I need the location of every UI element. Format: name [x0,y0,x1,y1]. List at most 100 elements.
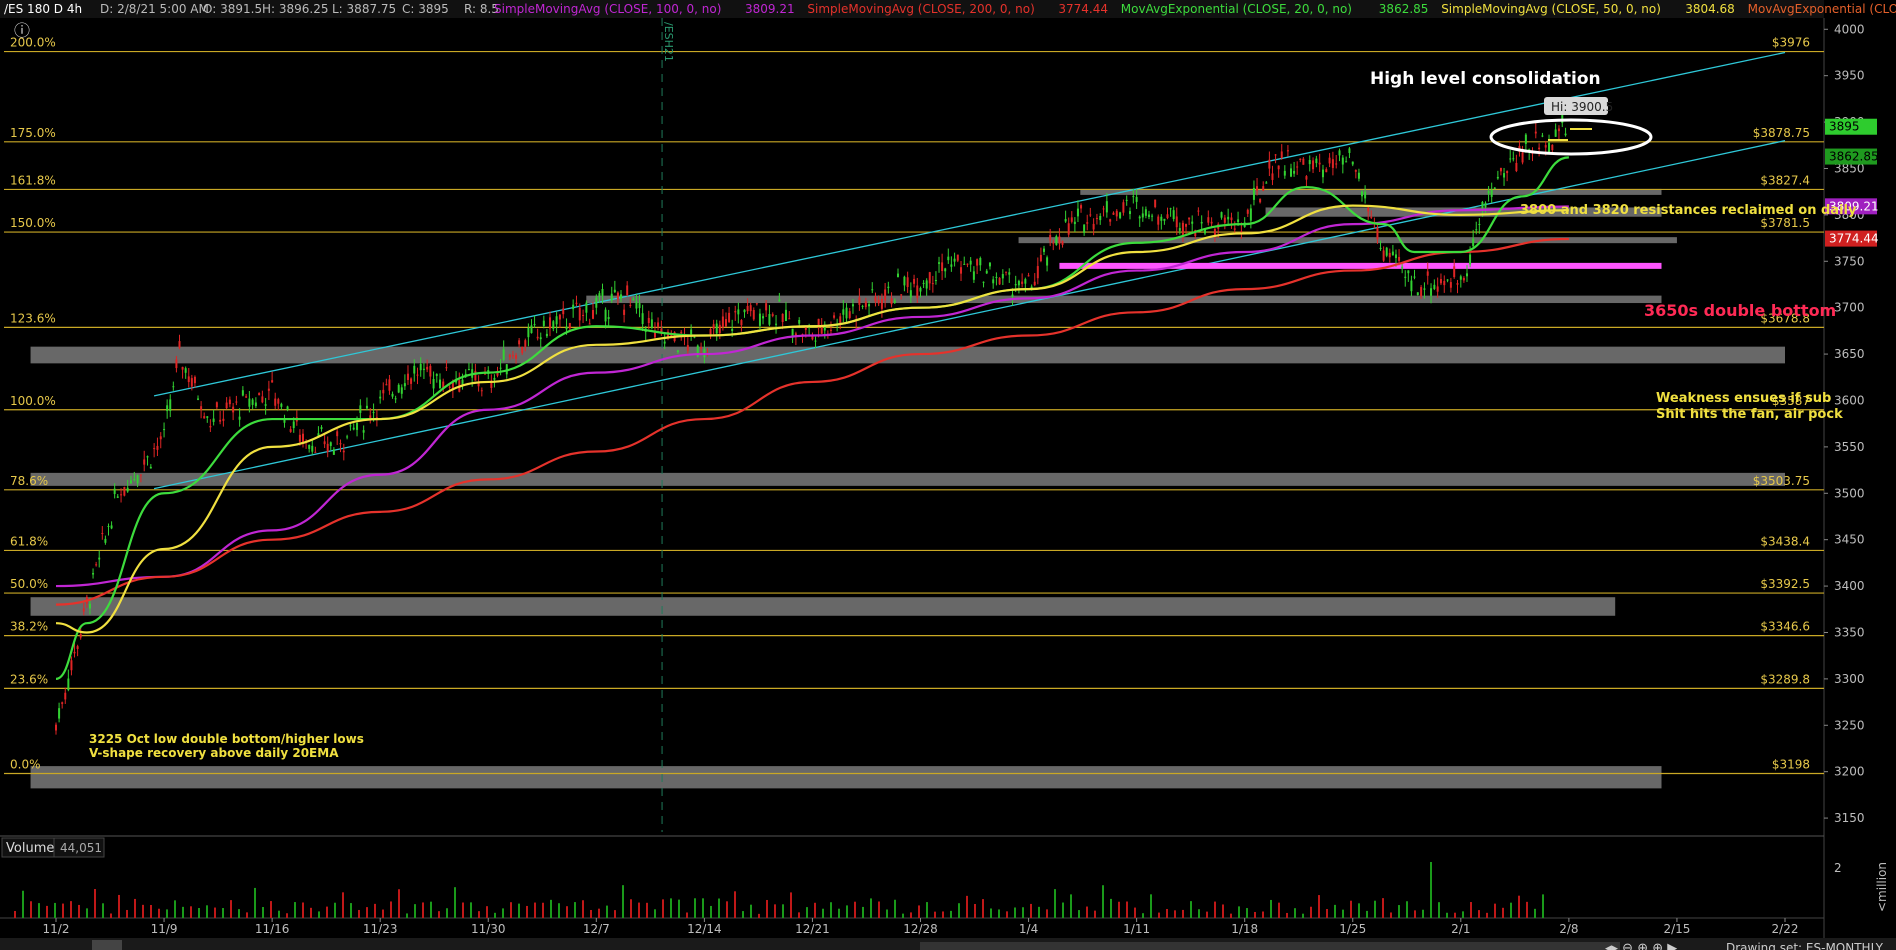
candle-body [724,319,727,327]
volume-bar [1454,912,1456,918]
candle-body [264,404,267,406]
candle-body [931,283,934,285]
candle-body [432,379,435,389]
chart[interactable]: /ES 180 D 4h D: 2/8/21 5:00 AM O: 3891.5… [0,0,1896,950]
candle-body [1141,213,1144,218]
fib-level-price: $3878.75 [1753,126,1810,140]
horizontal-scrollbar[interactable] [920,942,1620,950]
candle-body [1302,158,1305,165]
fib-level-percent: 38.2% [10,620,48,634]
candle-body [1490,189,1493,197]
study-legend-label[interactable]: SimpleMovingAvg (CLOSE, 200, 0, no) [807,2,1034,16]
candle-body [314,451,317,453]
volume-bar [646,902,648,918]
candle-body [690,329,693,335]
volume-bar [270,901,272,918]
candle-body [582,314,585,316]
candle-body [893,300,896,303]
drawing-set-label[interactable]: Drawing set: ES-MONTHLY [1726,941,1884,950]
candle-body [1055,236,1058,245]
volume-bar [694,898,696,918]
candle-body [110,525,113,529]
candle-body [1163,218,1166,221]
candle-body [877,299,880,304]
volume-bar [630,899,632,918]
candle-body [737,309,740,315]
candle-body [410,378,413,384]
volume-bar [790,892,792,918]
study-legend-label[interactable]: SimpleMovingAvg (CLOSE, 100, 0, no) [494,2,721,16]
symbol-label[interactable]: /ES 180 D 4h [4,2,82,16]
candle-body [1426,271,1429,276]
volume-axis-unit: <million [1875,862,1889,912]
volume-bar [550,899,552,918]
volume-bar [1502,907,1504,918]
scroll-left-button[interactable] [92,940,122,950]
candle-body [979,257,982,266]
volume-bar [1422,909,1424,918]
candle-body [1223,217,1226,223]
zoom-controls-icon[interactable]: ◂▸ ⊖ ⊕ ⊕ ▶ [1605,941,1677,950]
volume-bar [1046,909,1048,918]
candle-body [1064,219,1067,222]
candle-body [1548,142,1551,153]
candle-body [248,398,251,407]
volume-bar [926,902,928,918]
candle-body [169,399,172,412]
support-resistance-zone[interactable] [30,766,1662,789]
volume-bar [198,908,200,918]
candle-body [1067,223,1070,235]
fib-level-price: $3976 [1772,36,1810,50]
volume-bar [614,910,616,918]
volume-bar [1486,912,1488,918]
volume-bar [1062,902,1064,918]
study-legend-label[interactable]: MovAvgExponential (CLOSE, 20, 0, no) [1121,2,1352,16]
candle-body [419,364,422,371]
fib-level-percent: 150.0% [10,216,56,230]
candle-body [203,416,206,419]
x-axis-tick-label: 2/1 [1451,922,1470,936]
candle-body [228,399,231,405]
study-legend-label[interactable]: MovAvgExponential (CLOSE, 8,... [1748,2,1896,16]
candle-body [610,293,613,301]
candle-body [349,425,352,427]
candle-body [292,421,295,429]
volume-bar [438,911,440,918]
candle-body [225,402,228,409]
candle-body [1036,266,1039,279]
candle-body [1561,114,1564,123]
candle-body [1125,199,1128,201]
volume-bar [486,906,488,918]
candle-body [1376,227,1379,240]
volume-bar [1382,898,1384,918]
candle-body [712,324,715,329]
candle-body [1227,216,1230,220]
volume-bar [1310,906,1312,918]
volume-bar [598,908,600,918]
candle-body [406,373,409,380]
candle-body [798,319,801,324]
candle-body [1453,266,1456,278]
x-axis-tick-label: 12/21 [795,922,830,936]
candle-body [267,388,270,391]
volume-bar [38,903,40,918]
candle-body [502,349,505,360]
candle-body [1058,236,1061,244]
candle-body [721,316,724,328]
candle-body [884,289,887,301]
volume-bar [62,903,64,918]
chart-canvas[interactable]: /ES 180 D 4h D: 2/8/21 5:00 AM O: 3891.5… [0,0,1896,950]
candle-body [960,267,963,274]
support-resistance-zone[interactable] [30,472,1785,486]
support-resistance-zone[interactable] [1018,237,1677,244]
info-icon[interactable]: ⓘ [14,21,30,40]
study-legend[interactable]: SimpleMovingAvg (CLOSE, 100, 0, no) 3809.… [494,2,1896,16]
candle-body [1207,217,1210,223]
study-legend-label[interactable]: SimpleMovingAvg (CLOSE, 50, 0, no) [1441,2,1661,16]
volume-bar [502,908,504,918]
candle-body [1328,157,1331,164]
candle-body [650,319,653,329]
volume-bar [374,903,376,918]
support-resistance-zone[interactable] [30,597,1616,616]
volume-bar [1262,911,1264,918]
